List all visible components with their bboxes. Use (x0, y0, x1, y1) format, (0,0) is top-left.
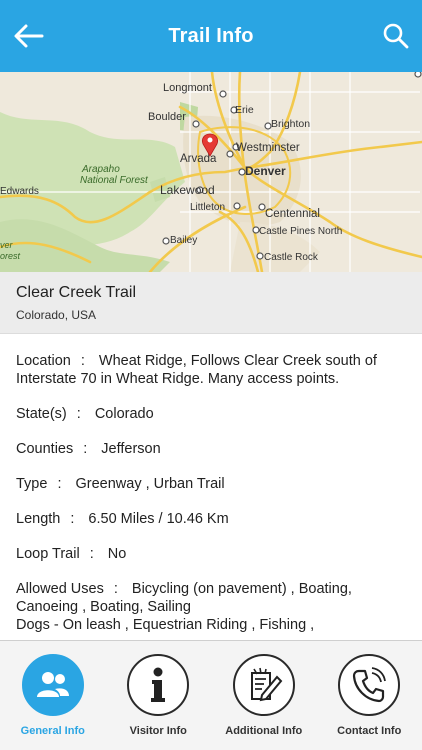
map-label-denver: Denver (245, 164, 286, 178)
map-label-edwards: Edwards (0, 186, 39, 197)
detail-type: Type: Greenway , Urban Trail (16, 476, 225, 492)
detail-label: Type (16, 476, 48, 492)
tab-icon-circle (127, 654, 190, 716)
tab-icon-circle (21, 654, 84, 716)
detail-value: Jefferson (101, 441, 161, 457)
detail-value-continued: Dogs - On leash , Equestrian Riding , Fi… (16, 617, 315, 633)
map-label-bailey: Bailey (170, 235, 197, 246)
tab-label: Contact Info (337, 725, 402, 737)
tab-additional-info[interactable]: Additional Info (214, 654, 314, 737)
map-label-erie: Erie (235, 104, 254, 116)
tab-general-info[interactable]: General Info (3, 654, 103, 737)
page-title: Trail Info (168, 24, 254, 47)
detail-label: Allowed Uses (16, 581, 104, 597)
phone-icon (353, 667, 387, 703)
detail-label: State(s) (16, 406, 67, 422)
map-canvas: Longmont Erie Boulder Brighton Westminst… (0, 72, 422, 272)
tab-contact-info[interactable]: Contact Info (319, 654, 419, 737)
detail-label: Counties (16, 441, 74, 457)
map-label-river-forest-1: ver (0, 240, 14, 250)
search-icon (383, 23, 409, 49)
detail-value: 6.50 Miles / 10.46 Km (88, 511, 229, 527)
edit-document-icon (250, 667, 283, 702)
map-label-westminster: Westminster (236, 142, 300, 154)
detail-allowed-uses: Allowed Uses: Bicycling (on pavement) , … (16, 581, 352, 633)
detail-loop-trail: Loop Trail: No (16, 546, 127, 562)
map-label-national-forest: National Forest (80, 175, 149, 186)
detail-label: Loop Trail (16, 546, 80, 562)
trail-region: Colorado, USA (16, 308, 97, 322)
map-label-centennial: Centennial (265, 208, 320, 220)
tab-label: General Info (20, 725, 85, 737)
map-label-river-forest-2: orest (0, 251, 21, 261)
search-button[interactable] (382, 22, 410, 50)
tab-label: Visitor Info (129, 725, 187, 737)
back-button[interactable] (12, 22, 46, 50)
tab-visitor-info[interactable]: Visitor Info (108, 654, 208, 737)
detail-location: Location: Wheat Ridge, Follows Clear Cre… (16, 353, 377, 387)
map-label-boulder: Boulder (148, 111, 186, 123)
trail-summary: Clear Creek Trail Colorado, USA (0, 272, 422, 334)
app-header: Trail Info (0, 0, 422, 72)
map-label-castle-rock: Castle Rock (264, 252, 319, 263)
map-label-brighton: Brighton (271, 118, 310, 130)
map-label-lakewood: Lakewood (160, 183, 215, 197)
tab-icon-circle (232, 654, 295, 716)
map-label-longmont: Longmont (163, 82, 212, 94)
trail-details[interactable]: Location: Wheat Ridge, Follows Clear Cre… (0, 334, 422, 640)
detail-length: Length: 6.50 Miles / 10.46 Km (16, 511, 229, 527)
map-label-littleton: Littleton (190, 202, 225, 213)
trail-name: Clear Creek Trail (16, 284, 137, 301)
trail-map[interactable]: Longmont Erie Boulder Brighton Westminst… (0, 72, 422, 272)
arrow-left-icon (14, 24, 44, 48)
users-icon (36, 672, 69, 697)
detail-label: Location (16, 353, 71, 369)
detail-value: Greenway , Urban Trail (75, 476, 225, 492)
bottom-tab-bar: General Info Visitor Info Additional Inf… (0, 640, 422, 750)
detail-label: Length (16, 511, 61, 527)
map-label-arvada: Arvada (180, 153, 217, 165)
info-icon (151, 667, 166, 702)
tab-icon-circle (338, 654, 401, 716)
map-label-arapaho: Arapaho (81, 164, 120, 175)
detail-value: No (107, 546, 127, 562)
detail-value: Colorado (94, 406, 154, 422)
tab-label: Additional Info (225, 725, 303, 737)
detail-states: State(s): Colorado (16, 406, 154, 422)
detail-counties: Counties: Jefferson (16, 441, 161, 457)
map-label-castle-pines-north: Castle Pines North (259, 226, 342, 237)
